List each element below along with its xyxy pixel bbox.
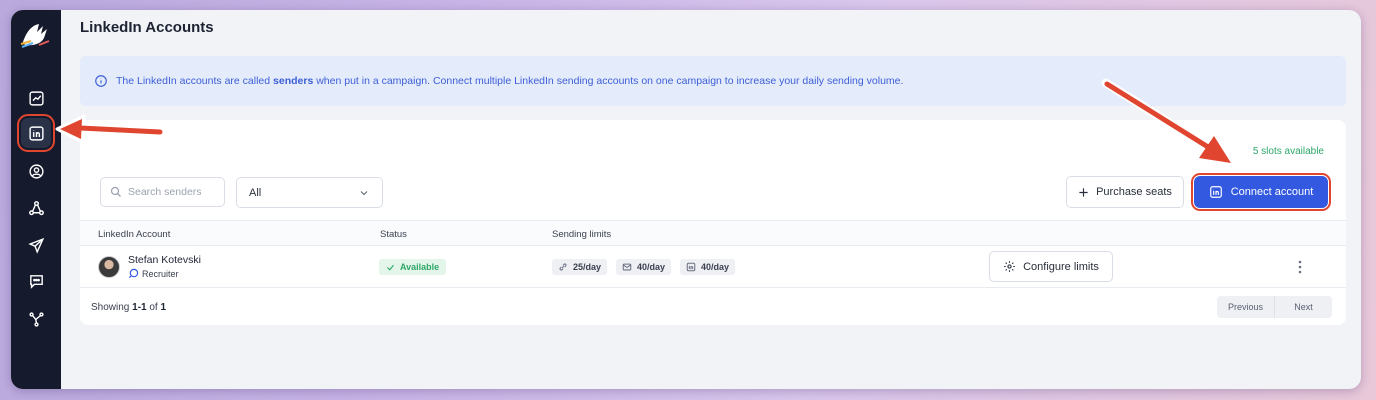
previous-page-button[interactable]: Previous <box>1217 296 1274 318</box>
table-header: LinkedIn Account Status Sending limits <box>80 220 1346 246</box>
search-box[interactable] <box>100 177 225 207</box>
info-banner: The LinkedIn accounts are called senders… <box>80 56 1346 106</box>
status-filter-select[interactable]: All <box>236 177 383 208</box>
gear-icon <box>1004 261 1016 272</box>
table-row[interactable]: Stefan Kotevski Recruiter Available 25/d… <box>80 246 1346 288</box>
status-badge: Available <box>379 259 447 275</box>
account-role: Recruiter <box>128 268 179 279</box>
pagination-summary: Showing 1-1 of 1 <box>91 302 167 313</box>
sidebar-item-network[interactable] <box>21 193 51 223</box>
search-icon <box>110 186 121 197</box>
filter-value: All <box>249 186 262 199</box>
plus-icon <box>1079 187 1088 197</box>
limit-inmails: 40/day <box>680 259 736 275</box>
pagination: Previous Next <box>1217 296 1332 318</box>
sidebar-item-linkedin-accounts[interactable] <box>17 114 55 152</box>
column-header: Sending limits <box>552 229 612 240</box>
page-title: LinkedIn Accounts <box>80 19 214 36</box>
check-icon <box>387 264 394 271</box>
limit-connections: 25/day <box>552 259 608 275</box>
column-header: LinkedIn Account <box>98 229 171 240</box>
main-content: LinkedIn Accounts The LinkedIn accounts … <box>61 10 1361 389</box>
next-page-button[interactable]: Next <box>1274 296 1332 318</box>
sidebar <box>11 10 61 389</box>
flow-icon <box>28 311 44 327</box>
link-icon <box>559 263 567 271</box>
send-icon <box>27 237 44 254</box>
slots-available: 5 slots available <box>1252 146 1324 157</box>
limit-messages: 40/day <box>616 259 672 275</box>
sidebar-item-analytics[interactable] <box>21 83 51 113</box>
chart-icon <box>28 90 44 106</box>
more-options-icon[interactable] <box>1294 259 1306 275</box>
sidebar-item-campaigns[interactable] <box>21 230 51 260</box>
purchase-seats-button[interactable]: Purchase seats <box>1066 176 1184 208</box>
linkedin-icon <box>28 125 44 141</box>
recruiter-icon <box>128 268 139 279</box>
sidebar-item-contacts[interactable] <box>21 156 51 186</box>
connect-account-button[interactable]: Connect account <box>1191 173 1331 211</box>
linkedin-icon <box>686 262 696 272</box>
avatar <box>98 256 120 278</box>
logo-icon <box>20 24 50 48</box>
configure-limits-button[interactable]: Configure limits <box>989 251 1113 282</box>
search-input[interactable] <box>128 186 223 198</box>
column-header: Status <box>380 229 407 240</box>
network-icon <box>28 200 44 215</box>
sidebar-item-inbox[interactable] <box>21 266 51 296</box>
chat-icon <box>29 274 43 289</box>
user-circle-icon <box>28 163 44 179</box>
chevron-down-icon <box>360 190 368 195</box>
banner-text: The LinkedIn accounts are called senders… <box>116 75 904 87</box>
app-window: LinkedIn Accounts The LinkedIn accounts … <box>11 10 1361 389</box>
sidebar-item-integrations[interactable] <box>21 304 51 334</box>
accounts-card: 5 slots available All Purchase seats Con… <box>80 120 1346 325</box>
info-icon <box>95 75 107 87</box>
mail-icon <box>622 263 632 271</box>
account-name: Stefan Kotevski <box>128 254 201 266</box>
linkedin-icon <box>1209 186 1222 198</box>
